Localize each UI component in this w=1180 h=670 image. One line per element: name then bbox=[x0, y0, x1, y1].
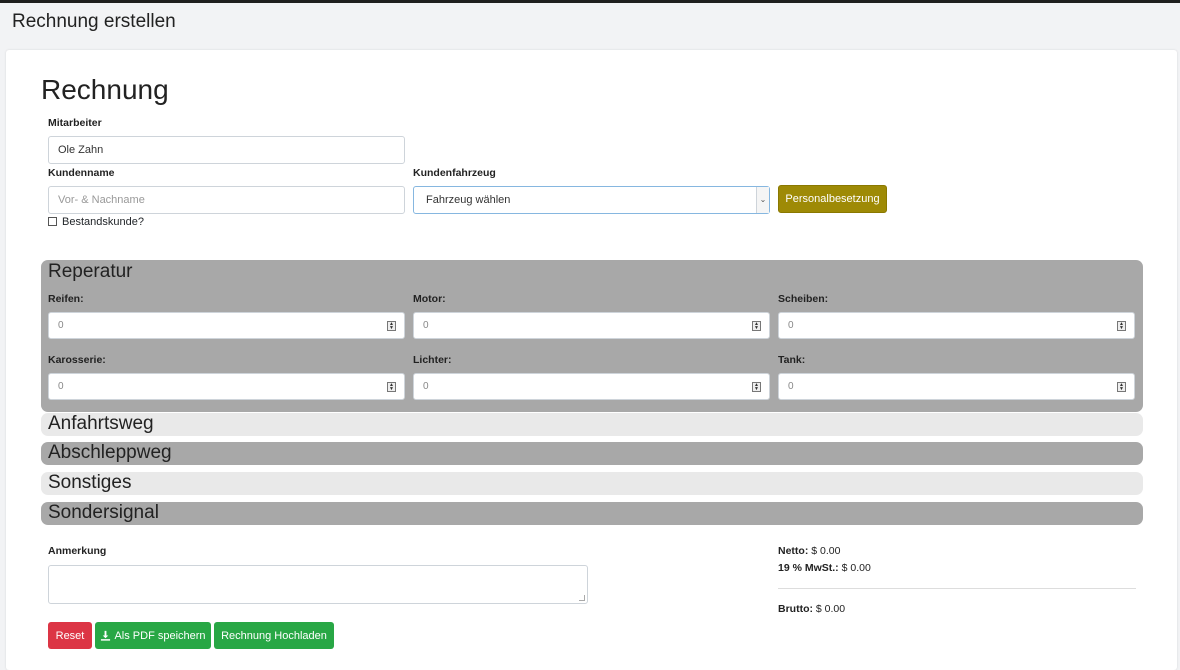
motor-input[interactable]: 0 ▲ ▼ bbox=[413, 312, 770, 339]
reifen-value: 0 bbox=[58, 320, 64, 331]
mitarbeiter-input[interactable]: Ole Zahn bbox=[48, 136, 405, 164]
spinner-icon[interactable]: ▲ ▼ bbox=[1117, 382, 1126, 392]
chevron-down-icon[interactable]: ⌄ bbox=[756, 187, 769, 213]
tank-input[interactable]: 0 ▲ ▼ bbox=[778, 373, 1135, 400]
section-sondersignal[interactable]: Sondersignal bbox=[41, 502, 1143, 525]
lichter-label: Lichter: bbox=[413, 354, 452, 366]
tank-label: Tank: bbox=[778, 354, 806, 366]
mwst-line: 19 % MwSt.: $ 0.00 bbox=[778, 562, 871, 574]
reset-button[interactable]: Reset bbox=[48, 622, 92, 649]
save-pdf-button[interactable]: Als PDF speichern bbox=[95, 622, 211, 649]
spinner-icon[interactable]: ▲ ▼ bbox=[1117, 321, 1126, 331]
summary-divider bbox=[778, 588, 1136, 589]
netto-label: Netto: bbox=[778, 545, 809, 557]
section-anfahrtsweg[interactable]: Anfahrtsweg bbox=[41, 413, 1143, 436]
kundenname-placeholder: Vor- & Nachname bbox=[58, 194, 145, 206]
kundenname-input[interactable]: Vor- & Nachname bbox=[48, 186, 405, 214]
kundenfahrzeug-label: Kundenfahrzeug bbox=[413, 167, 496, 179]
spinner-icon[interactable]: ▲ ▼ bbox=[752, 321, 761, 331]
netto-value: $ 0.00 bbox=[811, 545, 841, 557]
netto-line: Netto: $ 0.00 bbox=[778, 545, 840, 557]
anmerkung-textarea[interactable] bbox=[48, 565, 588, 604]
spinner-icon[interactable]: ▲ ▼ bbox=[387, 382, 396, 392]
form-title: Rechnung bbox=[41, 74, 169, 105]
motor-value: 0 bbox=[423, 320, 429, 331]
mwst-label: 19 % MwSt.: bbox=[778, 562, 839, 574]
mwst-value: $ 0.00 bbox=[841, 562, 871, 574]
brutto-line: Brutto: $ 0.00 bbox=[778, 603, 845, 615]
spinner-icon[interactable]: ▲ ▼ bbox=[752, 382, 761, 392]
window-top-border bbox=[0, 0, 1180, 3]
mitarbeiter-label: Mitarbeiter bbox=[48, 117, 102, 129]
section-reperatur-title[interactable]: Reperatur bbox=[48, 261, 133, 283]
karosserie-input[interactable]: 0 ▲ ▼ bbox=[48, 373, 405, 400]
bestandskunde-checkbox[interactable] bbox=[48, 217, 57, 226]
section-sonstiges[interactable]: Sonstiges bbox=[41, 472, 1143, 495]
lichter-input[interactable]: 0 ▲ ▼ bbox=[413, 373, 770, 400]
kundenfahrzeug-selected: Fahrzeug wählen bbox=[426, 194, 511, 206]
karosserie-value: 0 bbox=[58, 381, 64, 392]
page-header-title: Rechnung erstellen bbox=[12, 11, 176, 32]
brutto-label: Brutto: bbox=[778, 603, 813, 615]
mitarbeiter-value: Ole Zahn bbox=[58, 144, 104, 156]
scheiben-label: Scheiben: bbox=[778, 293, 829, 305]
scheiben-input[interactable]: 0 ▲ ▼ bbox=[778, 312, 1135, 339]
section-sondersignal-title: Sondersignal bbox=[48, 502, 159, 523]
tank-value: 0 bbox=[788, 381, 794, 392]
section-abschleppweg-title: Abschleppweg bbox=[48, 442, 172, 463]
karosserie-label: Karosserie: bbox=[48, 354, 106, 366]
lichter-value: 0 bbox=[423, 381, 429, 392]
motor-label: Motor: bbox=[413, 293, 446, 305]
anmerkung-label: Anmerkung bbox=[48, 545, 107, 557]
reifen-label: Reifen: bbox=[48, 293, 84, 305]
personalbesetzung-button[interactable]: Personalbesetzung bbox=[778, 185, 887, 213]
brutto-value: $ 0.00 bbox=[815, 603, 846, 615]
save-pdf-label: Als PDF speichern bbox=[114, 629, 206, 642]
section-abschleppweg[interactable]: Abschleppweg bbox=[41, 442, 1143, 465]
section-anfahrtsweg-title: Anfahrtsweg bbox=[48, 413, 154, 434]
bestandskunde-label: Bestandskunde? bbox=[62, 216, 144, 228]
kundenname-label: Kundenname bbox=[48, 167, 115, 179]
kundenfahrzeug-select[interactable]: Fahrzeug wählen ⌄ bbox=[413, 186, 770, 214]
reifen-input[interactable]: 0 ▲ ▼ bbox=[48, 312, 405, 339]
spinner-icon[interactable]: ▲ ▼ bbox=[387, 321, 396, 331]
download-icon bbox=[101, 630, 111, 641]
section-sonstiges-title: Sonstiges bbox=[48, 472, 132, 493]
scheiben-value: 0 bbox=[788, 320, 794, 331]
resize-handle-icon[interactable] bbox=[579, 595, 585, 601]
upload-invoice-button[interactable]: Rechnung Hochladen bbox=[214, 622, 334, 649]
